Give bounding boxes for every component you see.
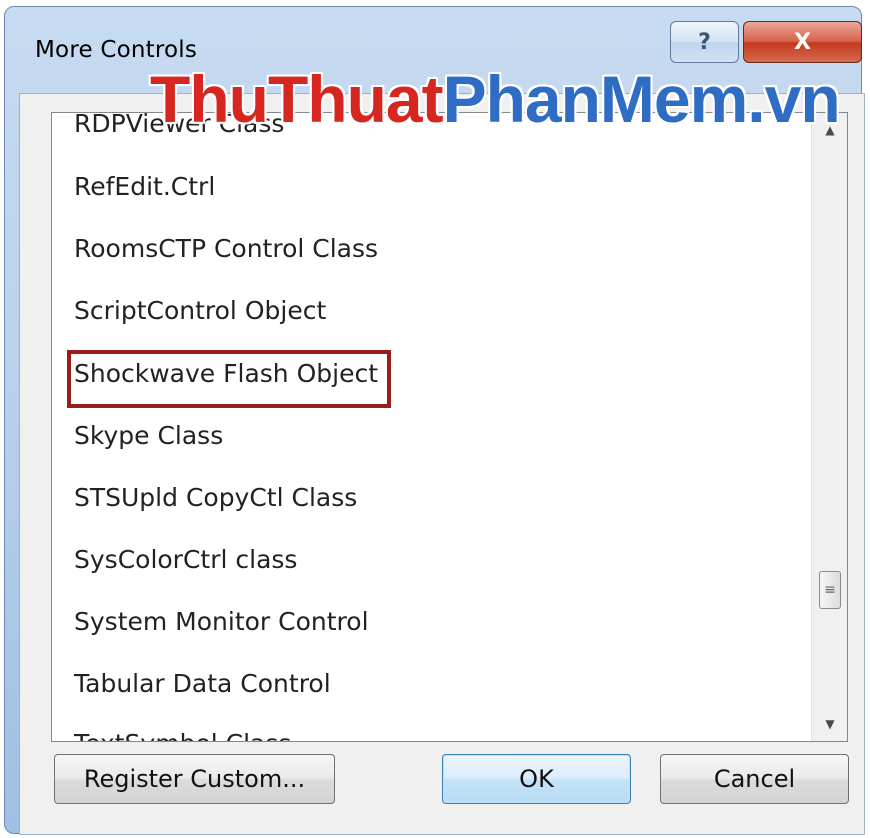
cancel-button[interactable]: Cancel [660, 754, 849, 804]
list-item-syscolorctrl[interactable]: SysColorCtrl class [74, 545, 297, 575]
help-icon: ? [698, 29, 711, 55]
watermark-part2: PhanMem.vn [442, 62, 841, 136]
highlight-annotation [67, 350, 391, 408]
list-scrollbar[interactable]: ▲ ≡ ▼ [811, 113, 847, 741]
help-button[interactable]: ? [670, 21, 739, 63]
controls-listbox[interactable]: RDPViewer Class RefEdit.Ctrl RoomsCTP Co… [51, 112, 848, 742]
scroll-thumb[interactable]: ≡ [819, 571, 841, 609]
scroll-down-button[interactable]: ▼ [812, 707, 847, 741]
grip-icon: ≡ [824, 582, 836, 598]
list-item-system-monitor[interactable]: System Monitor Control [74, 607, 369, 637]
list-item-scriptcontrol[interactable]: ScriptControl Object [74, 296, 326, 326]
list-item-stsupld[interactable]: STSUpld CopyCtl Class [74, 483, 357, 513]
close-icon: X [794, 29, 811, 55]
list-item-refedit[interactable]: RefEdit.Ctrl [74, 172, 215, 202]
list-item-textsymbol[interactable]: TextSymbol Class [74, 729, 291, 741]
arrow-down-icon: ▼ [825, 717, 835, 731]
dialog-client-area: RDPViewer Class RefEdit.Ctrl RoomsCTP Co… [19, 93, 865, 835]
list-item-tabular-data[interactable]: Tabular Data Control [74, 669, 331, 699]
list-item-skype[interactable]: Skype Class [74, 421, 223, 451]
watermark-part1: ThuThuat [150, 62, 444, 136]
controls-list: RDPViewer Class RefEdit.Ctrl RoomsCTP Co… [52, 113, 811, 741]
dialog-title: More Controls [35, 37, 198, 63]
list-item-roomsctp[interactable]: RoomsCTP Control Class [74, 234, 378, 264]
close-button[interactable]: X [743, 21, 862, 63]
register-custom-button[interactable]: Register Custom... [54, 754, 335, 804]
watermark-logo: ThuThuatPhanMem.vn [150, 62, 841, 136]
ok-button[interactable]: OK [442, 754, 631, 804]
